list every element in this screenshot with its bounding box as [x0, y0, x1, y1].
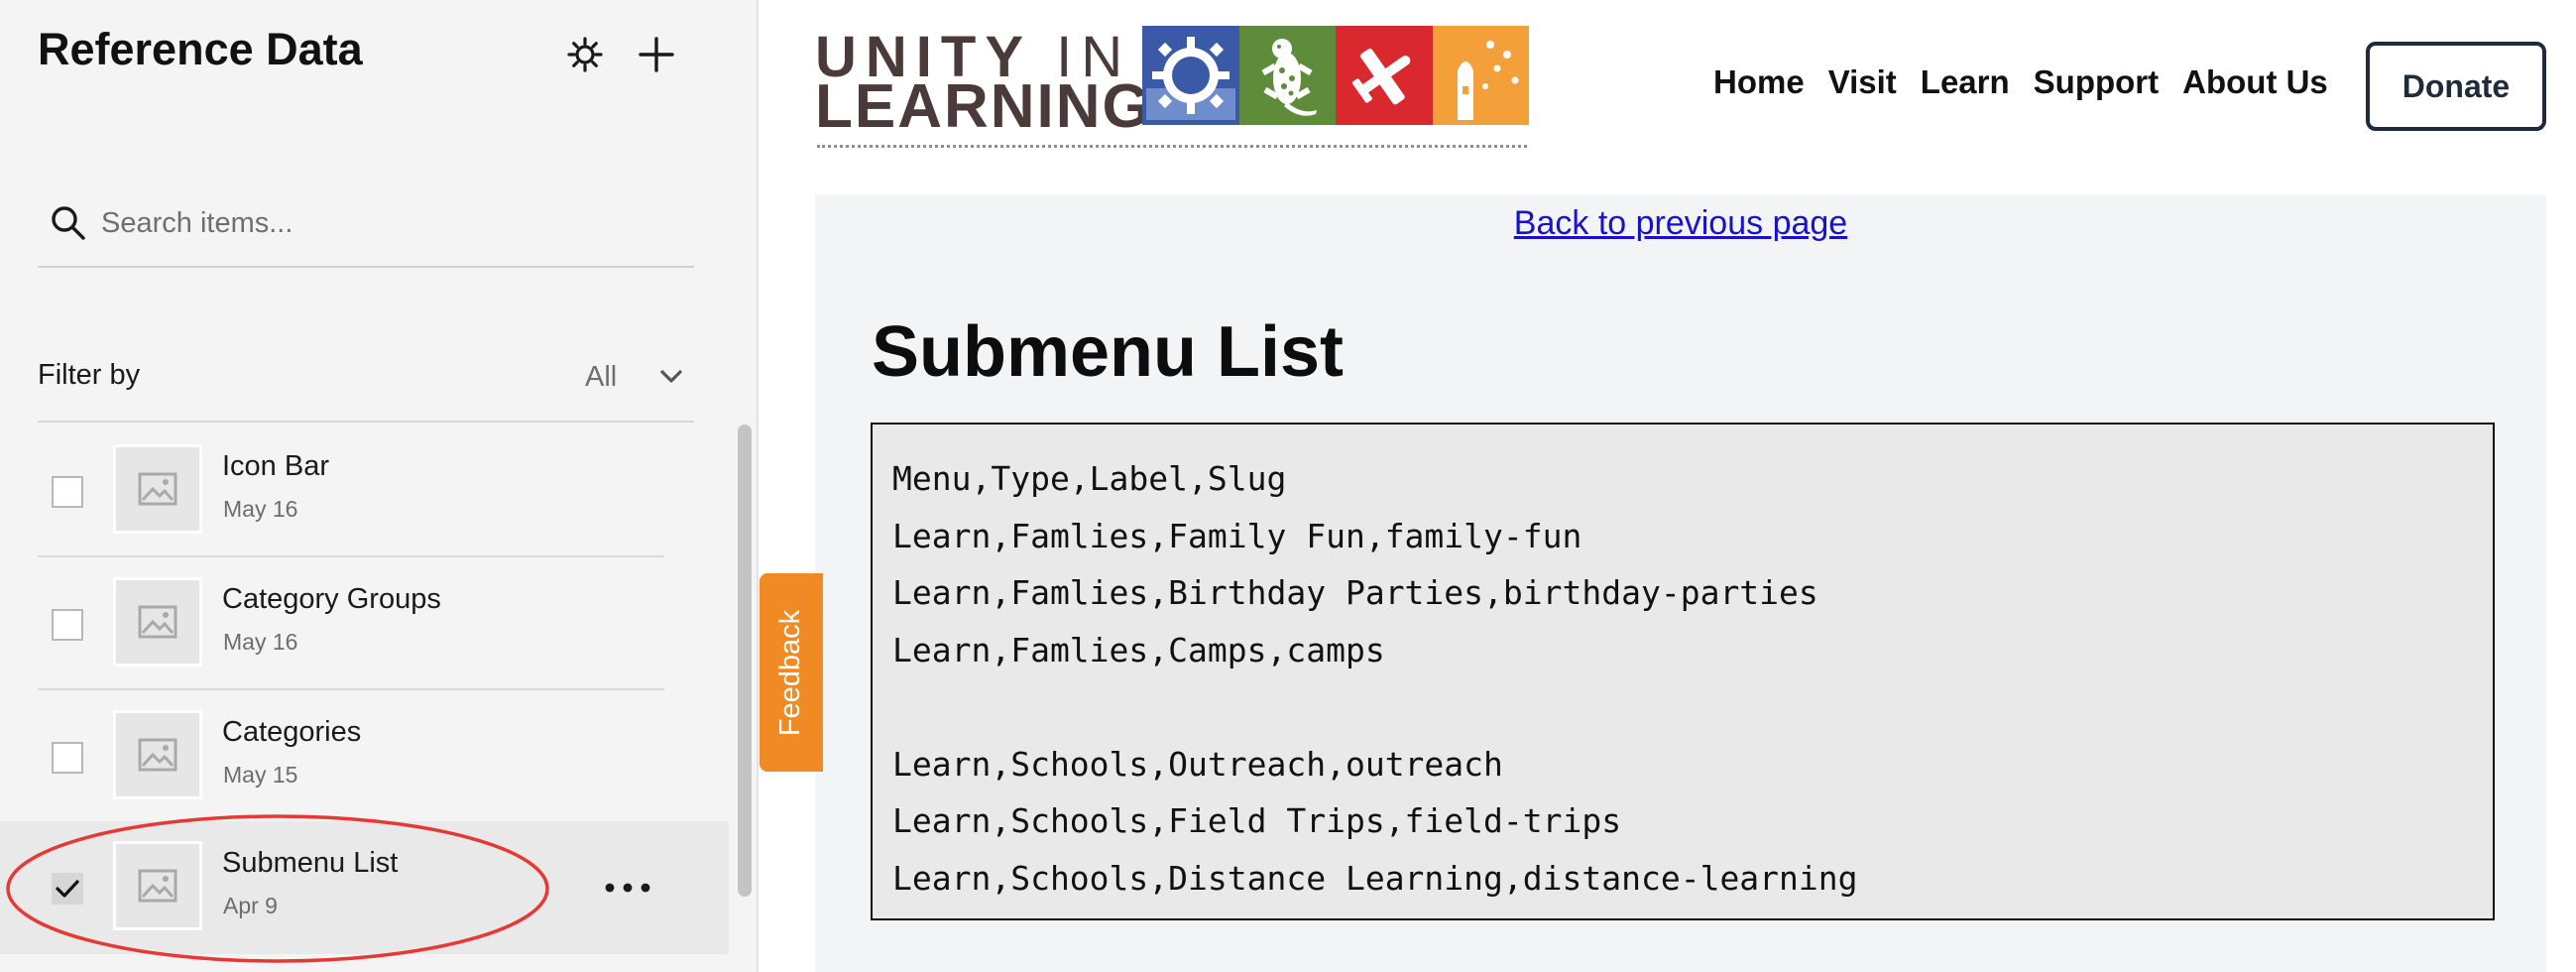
item-thumbnail [113, 577, 202, 667]
code-line: Learn,Schools,Field Trips,field-trips [892, 801, 1622, 840]
image-placeholder-icon [138, 738, 177, 772]
airplane-tile-icon [1336, 26, 1433, 125]
page-content: Back to previous page Submenu List Menu,… [815, 194, 2546, 972]
back-to-previous-page-link[interactable]: Back to previous page [1514, 204, 1847, 242]
item-name: Categories [222, 716, 362, 748]
search-icon [52, 206, 85, 240]
nav-support[interactable]: Support [2034, 63, 2159, 101]
divider [757, 0, 759, 972]
add-item-button[interactable] [632, 30, 681, 79]
item-name: Submenu List [222, 847, 399, 879]
item-name: Icon Bar [222, 450, 329, 482]
more-options-button[interactable] [595, 865, 660, 911]
item-checkbox[interactable] [52, 609, 83, 641]
rocket-stars-tile-icon [1432, 26, 1529, 125]
sun-gear-tile-icon [1142, 26, 1239, 125]
feedback-tab[interactable]: Feedback [760, 573, 823, 772]
nav-visit[interactable]: Visit [1828, 63, 1897, 101]
search-input[interactable] [101, 198, 686, 248]
panel-title: Reference Data [38, 24, 363, 74]
item-date: May 16 [223, 629, 298, 655]
search-bar [38, 188, 694, 268]
image-placeholder-icon [138, 472, 177, 506]
scrollbar-thumb[interactable] [738, 425, 752, 897]
csv-code-block: Menu,Type,Label,Slug Learn,Famlies,Famil… [871, 423, 2495, 920]
checkmark-icon [56, 880, 79, 898]
ellipsis-icon [605, 883, 650, 893]
logo-dotted-rule [817, 145, 1527, 148]
item-date: May 15 [223, 762, 298, 788]
reference-data-panel: Reference Data Search items... Filter by… [0, 0, 757, 972]
filter-value: All [585, 360, 618, 393]
list-item[interactable]: Category Groups May 16 [38, 557, 664, 690]
back-link-wrap: Back to previous page [815, 204, 2546, 243]
filter-label: Filter by [38, 359, 141, 391]
image-placeholder-icon [138, 605, 177, 639]
code-line: Menu,Type,Label,Slug [892, 459, 1287, 498]
divider [38, 421, 694, 423]
nav-about-us[interactable]: About Us [2182, 63, 2328, 101]
code-line: Learn,Famlies,Family Fun,family-fun [892, 516, 1582, 555]
code-line: Learn,Schools,Distance Learning,distance… [892, 858, 1858, 898]
list-item[interactable]: Icon Bar May 16 [38, 425, 664, 557]
item-thumbnail [113, 841, 202, 930]
item-date: May 16 [223, 496, 298, 522]
filter-dropdown[interactable]: All [585, 349, 694, 405]
main-nav: Home Visit Learn Support About Us [1713, 63, 2328, 101]
list-item[interactable]: Categories May 15 [38, 690, 664, 823]
item-thumbnail [113, 444, 202, 534]
item-checkbox[interactable] [52, 476, 83, 508]
donate-button[interactable]: Donate [2366, 42, 2546, 131]
feedback-label: Feedback [774, 609, 807, 736]
list-item-selected[interactable]: Submenu List Apr 9 [0, 821, 729, 954]
item-thumbnail [113, 710, 202, 799]
logo-line2: LEARNING [815, 72, 1152, 141]
gear-icon [567, 37, 603, 72]
page-title: Submenu List [872, 312, 1345, 392]
logo-tiles [1142, 26, 1529, 125]
item-checkbox[interactable] [52, 742, 83, 774]
item-date: Apr 9 [223, 893, 278, 918]
site-logo[interactable]: UNITY IN LEARNING [815, 22, 1529, 151]
image-placeholder-icon [138, 869, 177, 903]
settings-button[interactable] [560, 30, 610, 79]
nav-home[interactable]: Home [1713, 63, 1805, 101]
code-line: Learn,Famlies,Camps,camps [892, 630, 1385, 669]
nav-learn[interactable]: Learn [1921, 63, 2010, 101]
plus-icon [639, 37, 674, 72]
code-line: Learn,Schools,Outreach,outreach [892, 744, 1503, 784]
code-line: Learn,Famlies,Birthday Parties,birthday-… [892, 573, 1818, 612]
salamander-tile-icon [1238, 26, 1336, 125]
item-name: Category Groups [222, 583, 441, 615]
item-checkbox-checked[interactable] [52, 873, 83, 905]
chevron-down-icon [660, 370, 682, 383]
